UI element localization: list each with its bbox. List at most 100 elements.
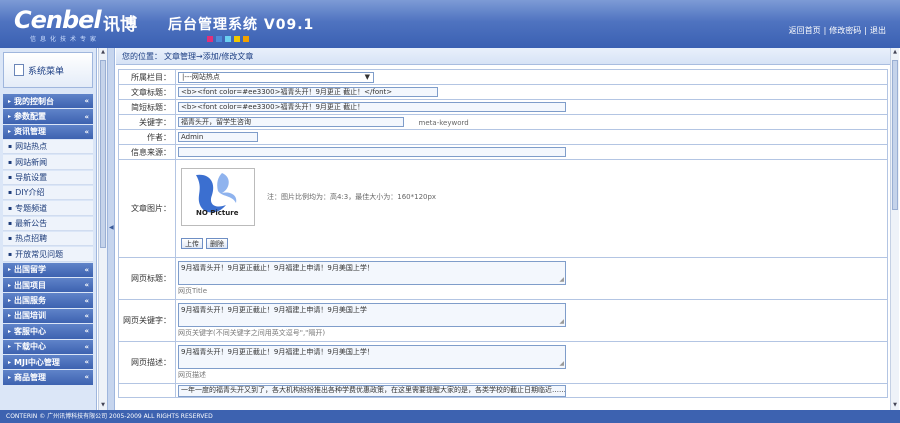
bullet-arrow-icon: ▸ — [8, 128, 12, 136]
logout-link[interactable]: 退出 — [870, 26, 886, 35]
bullet-arrow-icon: ▪ — [8, 219, 13, 227]
sidebar-item[interactable]: ▸ 资讯管理 « — [3, 124, 93, 140]
image-note: 注：图片比例均为：高4:3，最佳大小为：160*120px — [267, 193, 437, 201]
sidebar-item[interactable]: ▸ 客服中心 « — [3, 324, 93, 339]
bullet-arrow-icon: ▸ — [8, 297, 12, 305]
expand-chevron-icon[interactable]: « — [84, 297, 89, 305]
sidebar-item[interactable]: ▸ 下载中心 « — [3, 339, 93, 354]
sidebar-item-label: 热点招聘 — [15, 234, 48, 244]
upload-button[interactable]: 上传 — [181, 238, 203, 249]
brand-logo-cn: 讯博 — [103, 15, 137, 35]
sidebar-item-label: 商品管理 — [14, 372, 47, 382]
sidebar-item-label: 出国培训 — [14, 311, 47, 321]
footer: CONTERIN © 广州讯博科技有限公司 2005-2009 ALL RIGH… — [0, 410, 900, 423]
theme-swatch[interactable] — [234, 36, 240, 42]
sidebar-item-label: 出国留学 — [14, 265, 47, 275]
theme-swatch[interactable] — [207, 36, 213, 42]
source-input[interactable] — [178, 147, 566, 157]
expand-chevron-icon[interactable]: « — [84, 327, 89, 335]
keyword-label: 关键字： — [118, 114, 176, 130]
sidebar-item[interactable]: ▸ 我的控制台 « — [3, 94, 93, 109]
sidebar-item[interactable]: ▸ 商品管理 « — [3, 370, 93, 385]
sidebar-item[interactable]: ▪ 网站热点 — [3, 140, 93, 155]
scroll-down-icon[interactable]: ▼ — [891, 401, 899, 410]
bullet-arrow-icon: ▪ — [8, 158, 13, 166]
change-password-link[interactable]: 修改密码 — [829, 26, 861, 35]
theme-swatch[interactable] — [225, 36, 231, 42]
sidebar-scrollbar[interactable]: ▲ ▼ — [98, 48, 107, 410]
delete-button[interactable]: 删除 — [206, 238, 228, 249]
sidebar-item[interactable]: ▪ 最新公告 — [3, 216, 93, 232]
expand-chevron-icon[interactable]: « — [84, 343, 89, 351]
expand-chevron-icon[interactable]: « — [84, 266, 89, 274]
resize-grip-icon[interactable]: ◢ — [559, 317, 564, 326]
scroll-thumb[interactable] — [892, 60, 898, 210]
home-link[interactable]: 返回首页 — [789, 26, 821, 35]
scroll-thumb[interactable] — [100, 60, 106, 248]
sidebar-item-label: 出国服务 — [14, 296, 47, 306]
bullet-arrow-icon: ▸ — [8, 358, 12, 366]
sidebar-item-label: 最新公告 — [15, 218, 48, 228]
sidebar-item-label: 导航设置 — [15, 172, 48, 182]
bullet-arrow-icon: ▸ — [8, 373, 12, 381]
title-input[interactable]: <b><font color=#ee3300>福青头开！9月更正 截止！</fo… — [178, 87, 438, 97]
expand-chevron-icon[interactable]: « — [84, 373, 89, 381]
sidebar-item[interactable]: ▪ DIY介绍 — [3, 186, 93, 201]
expand-chevron-icon[interactable]: « — [84, 281, 89, 289]
sidebar-item[interactable]: ▪ 专题频道 — [3, 201, 93, 216]
expand-chevron-icon[interactable]: « — [84, 97, 89, 105]
scroll-up-icon[interactable]: ▲ — [891, 48, 899, 57]
keyword-input[interactable]: 福青头开，留学生咨询 — [178, 117, 404, 127]
sidebar-item[interactable]: ▸ 出国培训 « — [3, 308, 93, 324]
seo-title-textarea[interactable]: 9月福青头开！9月更正截止！9月福建上申请！9月美国上学！ ◢ — [178, 260, 566, 285]
sidebar-item[interactable]: ▸ 出国服务 « — [3, 293, 93, 308]
sidebar-item-label: 客服中心 — [14, 326, 47, 336]
main-scrollbar[interactable]: ▲ ▼ — [890, 48, 899, 410]
sidebar-item-label: 下载中心 — [14, 342, 47, 352]
channel-select[interactable]: |---网站热点 ▼ — [178, 71, 374, 83]
sidebar-item[interactable]: ▪ 热点招聘 — [3, 232, 93, 247]
seo-desc-value: 9月福青头开！9月更正截止！9月福建上申请！9月美国上学！ — [181, 347, 374, 356]
bullet-arrow-icon: ▪ — [8, 189, 13, 197]
collapse-arrow-icon[interactable]: ◀ — [109, 224, 114, 231]
sidebar-item[interactable]: ▪ 开放常见问题 — [3, 247, 93, 262]
scroll-down-icon[interactable]: ▼ — [99, 401, 107, 410]
content-editor[interactable]: 一年一度的福青头开又到了，各大机构纷纷推出各种学费优惠政策，在这里需要提醒大家的… — [178, 384, 566, 397]
expand-chevron-icon[interactable]: « — [84, 128, 89, 136]
sidebar-item[interactable]: ▪ 网站新闻 — [3, 155, 93, 170]
sidebar-toggle[interactable]: ◀ — [107, 48, 115, 410]
bullet-arrow-icon: ▪ — [8, 173, 13, 181]
sidebar-item-label: 专题频道 — [15, 203, 48, 213]
channel-select-value: |---网站热点 — [182, 73, 220, 81]
bullet-arrow-icon: ▸ — [8, 113, 12, 121]
seo-desc-textarea[interactable]: 9月福青头开！9月更正截止！9月福建上申请！9月美国上学！ ◢ — [178, 344, 566, 369]
seo-keyword-textarea[interactable]: 9月福青头开！9月更正截止！9月福建上申请！9月美国上学 ◢ — [178, 302, 566, 327]
sidebar-item[interactable]: ▸ 出国留学 « — [3, 262, 93, 278]
sidebar-item[interactable]: ▸ 参数配置 « — [3, 109, 93, 124]
resize-grip-icon[interactable]: ◢ — [559, 275, 564, 284]
bullet-arrow-icon: ▪ — [8, 235, 13, 243]
breadcrumb: 您的位置： 文章管理→添加/修改文章 — [116, 48, 890, 65]
document-icon — [14, 64, 24, 76]
article-form: 所属栏目： |---网站热点 ▼ 文章标题： <b><font color=#ee… — [118, 69, 888, 398]
short-title-input[interactable]: <b><font color=#ee3300>福青头开！9月更正 截止！ — [178, 102, 566, 112]
sidebar-item[interactable]: ▪ 导航设置 — [3, 170, 93, 186]
sidebar-item-label: 网站热点 — [15, 142, 48, 152]
theme-swatch[interactable] — [216, 36, 222, 42]
author-label: 作者： — [118, 129, 176, 145]
author-input[interactable]: Admin — [178, 132, 258, 142]
sidebar-item[interactable]: ▸ MJI中心管理 « — [3, 354, 93, 370]
expand-chevron-icon[interactable]: « — [84, 312, 89, 320]
sidebar-item-label: 资讯管理 — [14, 127, 47, 137]
top-links: 返回首页 | 修改密码 | 退出 — [789, 25, 886, 36]
sidebar-item-label: 参数配置 — [14, 112, 47, 122]
expand-chevron-icon[interactable]: « — [84, 358, 89, 366]
resize-grip-icon[interactable]: ◢ — [559, 359, 564, 368]
sidebar-item[interactable]: ▸ 出国项目 « — [3, 278, 93, 293]
bullet-arrow-icon: ▸ — [8, 312, 12, 320]
sidebar-item-label: 我的控制台 — [14, 96, 55, 106]
short-title-label: 简短标题： — [118, 99, 176, 115]
expand-chevron-icon[interactable]: « — [84, 113, 89, 121]
theme-swatch[interactable] — [243, 36, 249, 42]
scroll-up-icon[interactable]: ▲ — [99, 48, 107, 57]
